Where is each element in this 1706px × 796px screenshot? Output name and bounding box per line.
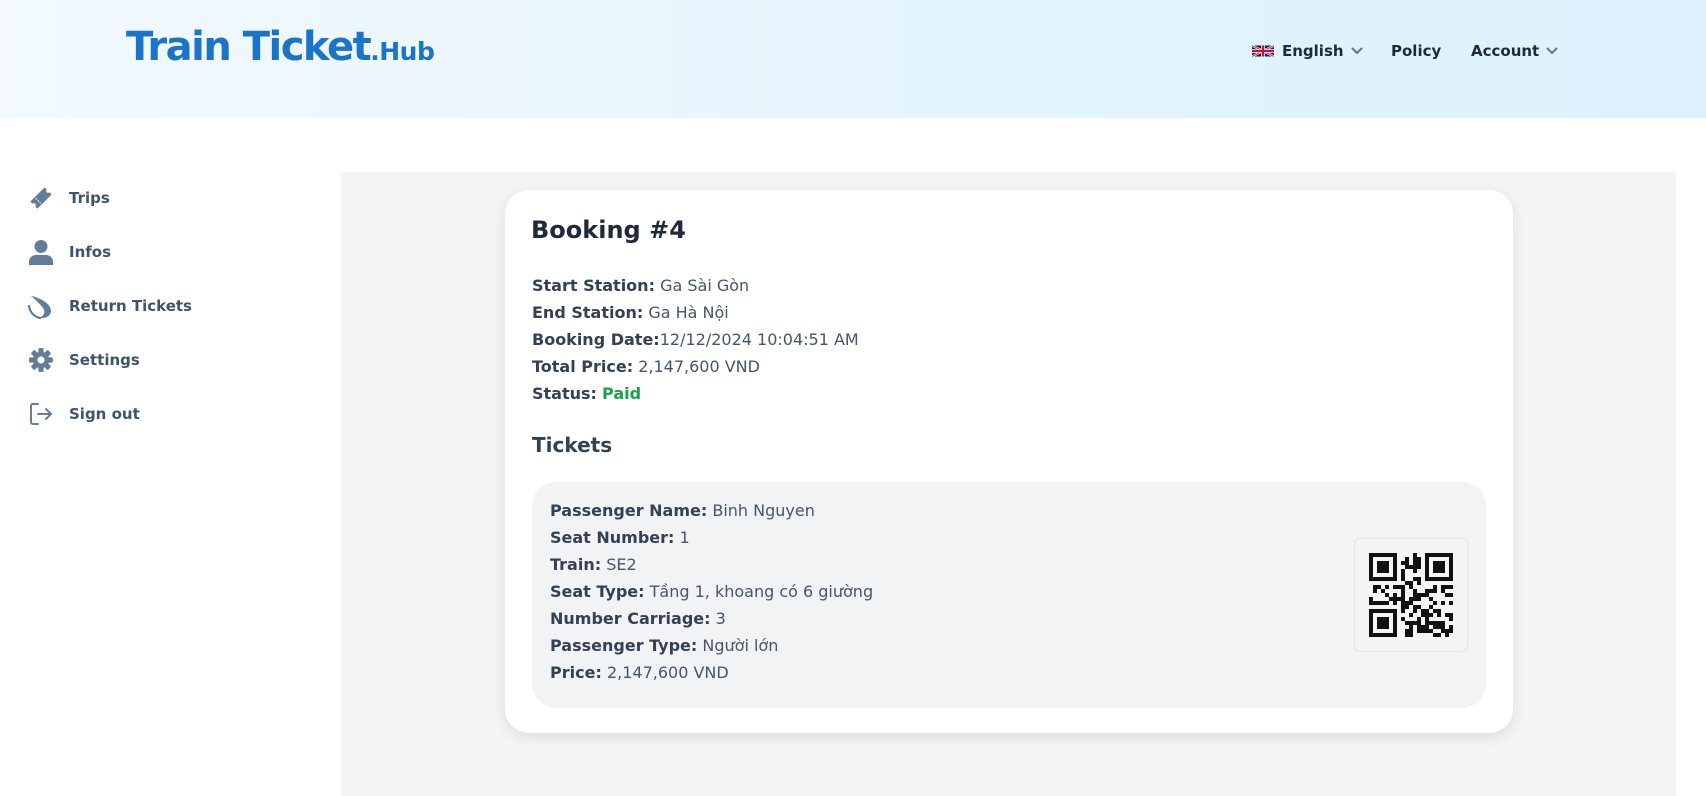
start-station-row: Start Station: Ga Sài Gòn	[532, 272, 859, 299]
status-row: Status: Paid	[532, 380, 859, 407]
language-label: English	[1282, 42, 1344, 60]
booking-date-value: 12/12/2024 10:04:51 AM	[659, 330, 859, 349]
ticket-item: Passenger Name: Binh Nguyen Seat Number:…	[532, 482, 1486, 708]
end-station-value: Ga Hà Nội	[648, 303, 729, 322]
passenger-type-label: Passenger Type:	[550, 636, 698, 655]
total-price-value: 2,147,600 VND	[638, 357, 760, 376]
train-label: Train:	[550, 555, 602, 574]
chevron-down-icon	[1546, 47, 1558, 54]
sidebar-item-label: Return Tickets	[69, 297, 192, 315]
logo-dot: .	[370, 37, 380, 66]
train-row: Train: SE2	[550, 551, 873, 578]
price-row: Price: 2,147,600 VND	[550, 659, 873, 686]
start-station-value: Ga Sài Gòn	[660, 276, 750, 295]
booking-title: Booking #4	[531, 216, 686, 244]
number-carriage-value: 3	[715, 609, 726, 628]
total-price-label: Total Price:	[532, 357, 634, 376]
end-station-label: End Station:	[532, 303, 644, 322]
account-label: Account	[1471, 42, 1540, 60]
logo-sub-text: Hub	[379, 37, 435, 66]
chevron-down-icon	[1351, 47, 1363, 54]
status-label: Status:	[532, 384, 597, 403]
passenger-type-value: Người lớn	[702, 636, 779, 655]
logo-main-text: Train Ticket	[126, 24, 372, 70]
seat-type-row: Seat Type: Tầng 1, khoang có 6 giường	[550, 578, 873, 605]
end-station-row: End Station: Ga Hà Nội	[532, 299, 859, 326]
top-header: Train Ticket.Hub English Policy Account	[0, 0, 1706, 118]
booking-card: Booking #4 Start Station: Ga Sài Gòn End…	[505, 190, 1513, 733]
sidebar-item-infos[interactable]: Infos	[26, 237, 111, 267]
booking-details: Start Station: Ga Sài Gòn End Station: G…	[532, 272, 859, 407]
policy-link[interactable]: Policy	[1391, 40, 1441, 62]
sidebar-item-return-tickets[interactable]: Return Tickets	[26, 291, 192, 321]
passenger-name-value: Binh Nguyen	[712, 501, 815, 520]
number-carriage-label: Number Carriage:	[550, 609, 711, 628]
site-logo[interactable]: Train Ticket.Hub	[126, 24, 435, 70]
sidebar-item-label: Sign out	[69, 405, 140, 423]
sign-out-icon	[26, 399, 56, 429]
passenger-name-row: Passenger Name: Binh Nguyen	[550, 497, 873, 524]
price-value: 2,147,600 VND	[606, 663, 729, 682]
train-value: SE2	[606, 555, 637, 574]
seat-type-label: Seat Type:	[550, 582, 645, 601]
sidebar-item-settings[interactable]: Settings	[26, 345, 140, 375]
sidebar-item-label: Trips	[69, 189, 110, 207]
seat-number-row: Seat Number: 1	[550, 524, 873, 551]
status-badge: Paid	[602, 384, 642, 403]
sidebar-item-trips[interactable]: Trips	[26, 183, 110, 213]
seat-number-value: 1	[679, 528, 690, 547]
gear-icon	[26, 345, 56, 375]
sidebar-item-label: Infos	[69, 243, 112, 261]
tickets-heading: Tickets	[532, 433, 613, 457]
ticket-icon	[26, 183, 56, 213]
uk-flag-icon	[1252, 45, 1274, 57]
ticket-details: Passenger Name: Binh Nguyen Seat Number:…	[550, 497, 873, 686]
qr-code	[1354, 538, 1468, 652]
start-station-label: Start Station:	[532, 276, 655, 295]
language-selector[interactable]: English	[1252, 40, 1363, 62]
booking-date-label: Booking Date:	[532, 330, 660, 349]
account-menu[interactable]: Account	[1471, 40, 1558, 62]
seat-type-value: Tầng 1, khoang có 6 giường	[649, 582, 874, 601]
return-icon	[26, 291, 56, 321]
price-label: Price:	[550, 663, 602, 682]
user-icon	[26, 237, 56, 267]
passenger-type-row: Passenger Type: Người lớn	[550, 632, 873, 659]
number-carriage-row: Number Carriage: 3	[550, 605, 873, 632]
seat-number-label: Seat Number:	[550, 528, 675, 547]
passenger-name-label: Passenger Name:	[550, 501, 708, 520]
qr-code-icon	[1369, 553, 1453, 637]
booking-date-row: Booking Date:12/12/2024 10:04:51 AM	[532, 326, 859, 353]
total-price-row: Total Price: 2,147,600 VND	[532, 353, 859, 380]
sidebar-item-sign-out[interactable]: Sign out	[26, 399, 140, 429]
sidebar-item-label: Settings	[69, 351, 140, 369]
